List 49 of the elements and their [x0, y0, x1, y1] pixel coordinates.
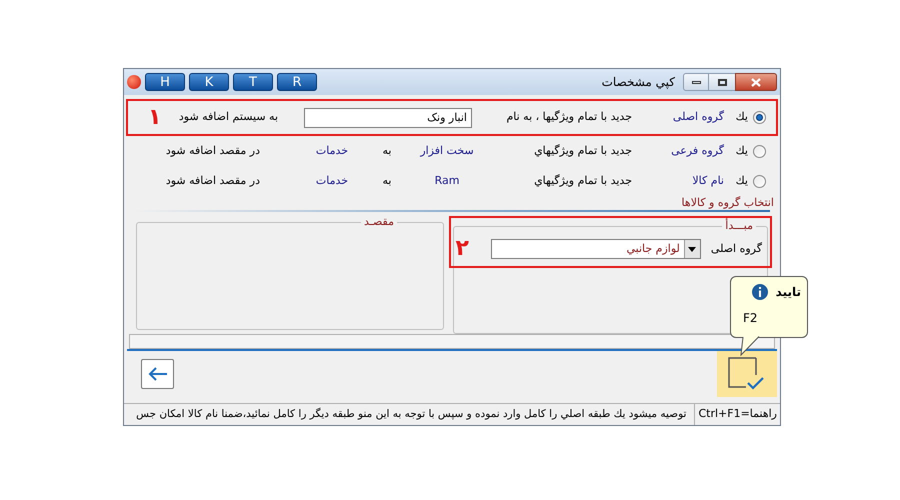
option-text: جديد با تمام ويژگيهاي	[533, 172, 632, 189]
option-prefix: يك	[734, 109, 748, 126]
maximize-icon	[718, 78, 726, 86]
option-text: در مقصد اضافه شود	[166, 172, 260, 189]
option-text: در مقصد اضافه شود	[166, 142, 260, 159]
option-item: گروه اصلی	[672, 109, 724, 126]
maximize-button[interactable]	[709, 73, 735, 91]
option-text: جديد با تمام ويژگيها ، به نام	[505, 109, 632, 126]
confirm-button[interactable]	[717, 351, 777, 397]
option-prefix: يك	[734, 172, 748, 189]
dropdown-arrow-icon	[688, 246, 696, 252]
minimize-button[interactable]	[683, 73, 709, 91]
annotation-number: ۲	[455, 238, 469, 260]
option-target: خدمات	[314, 172, 350, 189]
field-label: گروه اصلی	[710, 240, 762, 257]
toolbar-button[interactable]: K	[189, 73, 229, 91]
option-item: گروه فرعی	[670, 142, 724, 159]
annotation-number: ۱	[148, 106, 162, 128]
checkbox-check-icon	[728, 357, 766, 391]
option-text: به سيستم اضافه شود	[178, 109, 278, 126]
back-button[interactable]	[141, 359, 174, 389]
arrow-left-icon	[148, 366, 168, 382]
close-icon	[751, 78, 761, 86]
minimize-icon	[692, 80, 700, 84]
option-prefix: يك	[734, 142, 748, 159]
toolbar-button[interactable]: T	[233, 73, 273, 91]
tooltip-shortcut: F2	[743, 310, 758, 327]
window-title: كپي مشخصات	[602, 74, 675, 91]
name-field[interactable]: انبار ونک	[304, 108, 472, 128]
option-source: سخت افزار	[418, 142, 475, 159]
radio-button[interactable]	[752, 144, 766, 158]
toolbar-button[interactable]: R	[277, 73, 317, 91]
option-item: نام كالا	[691, 172, 724, 189]
option-source: Ram	[434, 172, 460, 189]
option-target: خدمات	[314, 142, 350, 159]
group-dropdown[interactable]: لوازم جانبي	[490, 239, 701, 259]
radio-button[interactable]	[752, 111, 766, 124]
close-button[interactable]	[735, 73, 777, 91]
section-title: انتخاب گروه و كالاها	[680, 196, 775, 210]
option-text: جديد با تمام ويژگيهاي	[533, 142, 632, 159]
option-text: به	[382, 142, 392, 159]
status-shortcut: راهنما=Ctrl+F1	[694, 404, 780, 425]
dropdown-value: لوازم جانبي	[626, 240, 681, 257]
status-message: توصيه ميشود يك طبقه اصلي را كامل وارد نموده و سپس با توجه به اين منو طبقه ديگر را كامل نمائيد،ضمنا نام كالا امكان جس	[136, 406, 688, 422]
tooltip-title: تاييد	[776, 284, 801, 301]
option-text: به	[382, 172, 392, 189]
toolbar-button[interactable]: H	[145, 73, 185, 91]
radio-button[interactable]	[752, 174, 766, 188]
info-icon	[752, 284, 768, 300]
